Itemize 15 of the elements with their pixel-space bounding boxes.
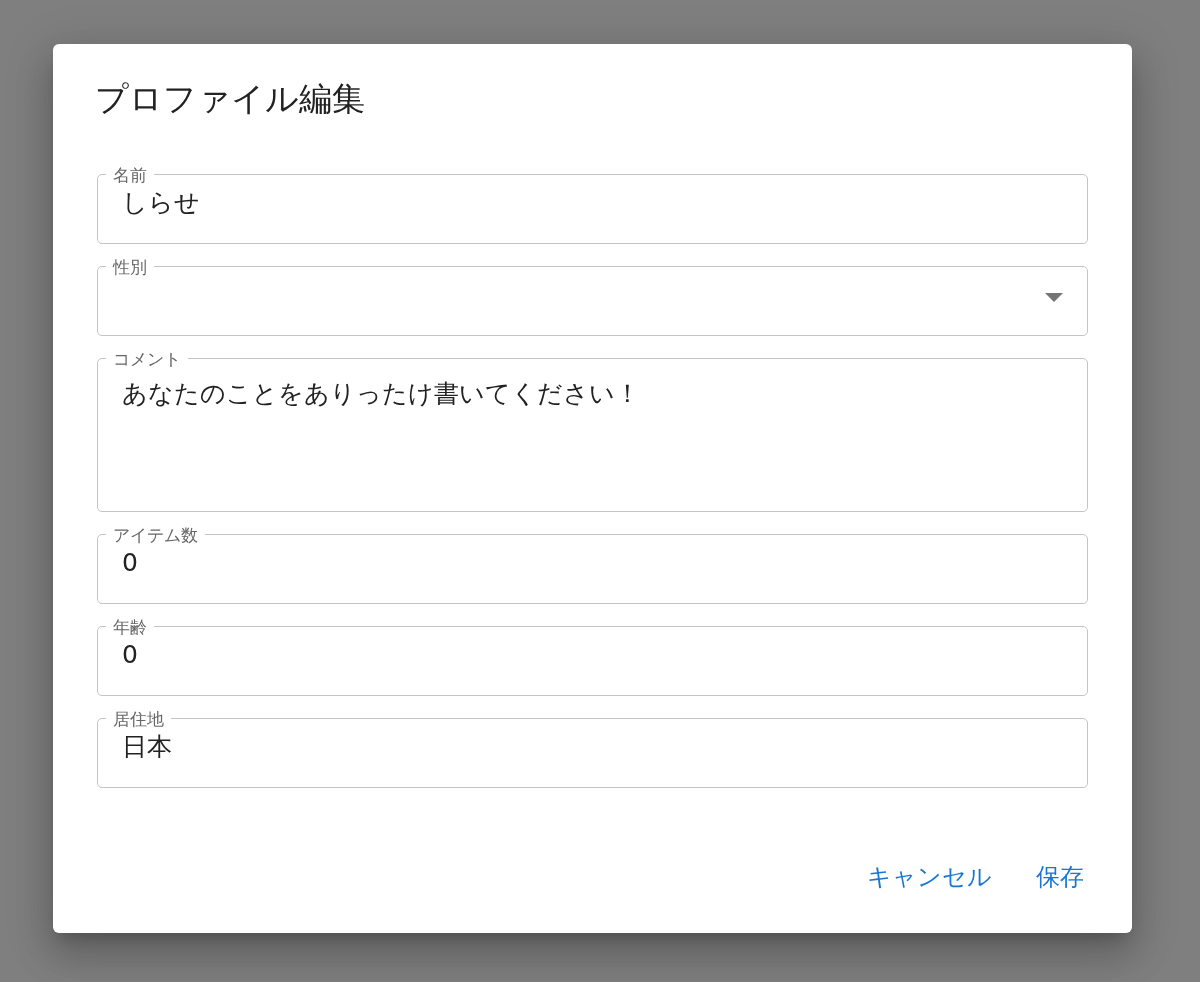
field-label: 名前 xyxy=(112,163,148,186)
field-label: 年齢 xyxy=(112,615,148,638)
input-field[interactable]: しらせ xyxy=(122,185,1063,220)
input-field[interactable]: 0 xyxy=(122,637,1063,672)
field-label: コメント xyxy=(112,347,182,370)
field-label: 居住地 xyxy=(112,707,165,730)
cancel-button[interactable]: キャンセル xyxy=(863,855,996,899)
field-label: 性別 xyxy=(111,255,148,278)
input-field[interactable]: 日本 xyxy=(122,729,1063,764)
field-label: アイテム数 xyxy=(112,523,199,546)
save-button[interactable]: 保存 xyxy=(1032,855,1088,899)
comment-field[interactable]: あなたのことをありったけ書いてください！ xyxy=(122,375,1063,496)
caret-icon xyxy=(1045,293,1063,303)
input-field[interactable]: 0 xyxy=(122,545,1063,580)
dialog-title: プロファイル編集 xyxy=(95,78,366,120)
